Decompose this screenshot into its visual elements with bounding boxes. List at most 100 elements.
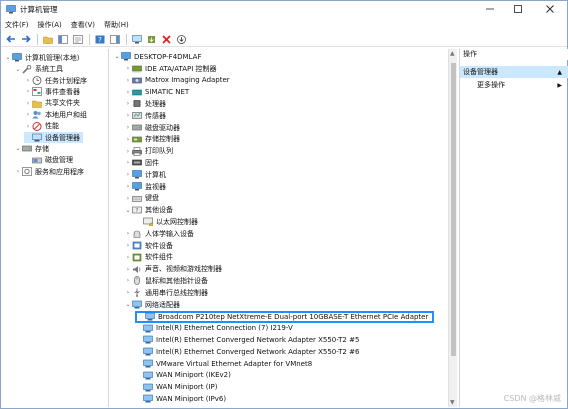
- device-item[interactable]: › 处理器: [124, 98, 166, 110]
- expand-chevron-icon[interactable]: ›: [124, 230, 132, 237]
- device-item[interactable]: › 通用串行总线控制器: [124, 287, 208, 299]
- device-item[interactable]: › IDE ATA/ATAPI 控制器: [124, 63, 217, 75]
- device-item[interactable]: › Matrox Imaging Adapter: [124, 75, 230, 87]
- scroll-down-icon[interactable]: ▼: [450, 399, 455, 406]
- help-button[interactable]: ?: [93, 33, 106, 46]
- device-item[interactable]: 以太网控制器: [135, 216, 198, 228]
- device-item[interactable]: › 鼠标和其他指针设备: [124, 275, 208, 287]
- collapse-up-icon[interactable]: ▲: [557, 69, 562, 76]
- device-item[interactable]: › 固件: [124, 157, 159, 169]
- expand-chevron-icon[interactable]: ›: [124, 277, 132, 284]
- expand-chevron-icon[interactable]: ›: [124, 77, 132, 84]
- expand-chevron-icon[interactable]: ›: [124, 112, 132, 119]
- collapse-chevron-icon[interactable]: ⌄: [14, 66, 22, 73]
- device-item[interactable]: Intel(R) Ethernet Converged Network Adap…: [135, 346, 359, 358]
- show-hide-tree-button[interactable]: [56, 33, 69, 46]
- actions-section-device-manager[interactable]: 设备管理器 ▲: [460, 66, 568, 78]
- expand-chevron-icon[interactable]: ›: [124, 148, 132, 155]
- collapse-chevron-icon[interactable]: ⌄: [4, 54, 12, 61]
- expand-chevron-icon[interactable]: ›: [24, 100, 32, 107]
- console-tree-item[interactable]: › 任务计划程序: [24, 75, 90, 87]
- device-item[interactable]: › 人体学输入设备: [124, 228, 194, 240]
- collapse-chevron-icon[interactable]: ⌄: [124, 301, 132, 308]
- device-item[interactable]: Intel(R) Ethernet Converged Network Adap…: [135, 334, 359, 346]
- device-item[interactable]: WAN Miniport (IPv6): [135, 393, 226, 405]
- console-tree-item[interactable]: ⌄ 系统工具: [14, 63, 66, 75]
- collapse-chevron-icon[interactable]: ⌄: [113, 53, 121, 60]
- device-item[interactable]: ⌄? 其他设备: [124, 204, 173, 216]
- expand-chevron-icon[interactable]: ›: [124, 171, 132, 178]
- expand-chevron-icon[interactable]: ›: [124, 65, 132, 72]
- menu-help[interactable]: 帮助(H): [104, 20, 129, 30]
- expand-chevron-icon[interactable]: ›: [124, 89, 132, 96]
- device-item[interactable]: › 软件设备: [124, 240, 173, 252]
- device-item[interactable]: › 计算机: [124, 169, 166, 181]
- device-item[interactable]: › 磁盘驱动器: [124, 122, 180, 134]
- expand-chevron-icon[interactable]: ›: [124, 195, 132, 202]
- device-item[interactable]: › 声音、视频和游戏控制器: [124, 263, 222, 275]
- download-circle-icon: [177, 34, 186, 44]
- device-item[interactable]: WAN Miniport (IP): [135, 381, 217, 393]
- device-item[interactable]: WAN Miniport (IKEv2): [135, 370, 231, 382]
- device-item[interactable]: ⌄ DESKTOP-F4DMLAF: [113, 51, 201, 63]
- device-item[interactable]: › 存储控制器: [124, 134, 180, 146]
- device-item-label: Intel(R) Ethernet Converged Network Adap…: [156, 347, 360, 356]
- console-tree-item[interactable]: ⌄ 计算机管理(本地): [4, 52, 82, 64]
- scan-hardware-button[interactable]: [130, 33, 143, 46]
- minimize-button[interactable]: [479, 1, 501, 17]
- expand-chevron-icon[interactable]: ›: [124, 136, 132, 143]
- device-item[interactable]: › 传感器: [124, 110, 166, 122]
- device-item[interactable]: › 键盘: [124, 193, 159, 205]
- uninstall-device-button[interactable]: [160, 33, 173, 46]
- console-tree-item[interactable]: › 共享文件夹: [24, 98, 83, 110]
- console-tree-item[interactable]: ⌄ 存储: [14, 143, 52, 155]
- expand-chevron-icon[interactable]: ›: [24, 77, 32, 84]
- device-item[interactable]: Intel(R) Ethernet Connection (7) I219-V: [135, 322, 293, 334]
- enable-device-button[interactable]: [175, 33, 188, 46]
- console-tree-item[interactable]: › 事件查看器: [24, 86, 83, 98]
- action-pane-button[interactable]: [108, 33, 121, 46]
- expand-chevron-icon[interactable]: ›: [14, 168, 22, 175]
- properties-button[interactable]: [71, 33, 84, 46]
- menu-view[interactable]: 查看(V): [71, 20, 95, 30]
- console-tree-item[interactable]: › 性能: [24, 120, 62, 132]
- scrollbar-thumb[interactable]: [451, 63, 456, 356]
- maximize-button[interactable]: [507, 1, 529, 17]
- console-tree-item[interactable]: › 服务和应用程序: [14, 166, 87, 178]
- device-item[interactable]: › 软件组件: [124, 252, 173, 264]
- menu-file[interactable]: 文件(F): [5, 20, 29, 30]
- vertical-scrollbar[interactable]: ▲ ▼: [448, 49, 457, 407]
- up-level-button[interactable]: [41, 33, 54, 46]
- expand-chevron-icon[interactable]: ›: [124, 266, 132, 273]
- forward-button[interactable]: [19, 33, 32, 46]
- device-item[interactable]: › 打印队列: [124, 145, 173, 157]
- expand-chevron-icon[interactable]: ›: [124, 289, 132, 296]
- expand-chevron-icon[interactable]: ›: [24, 123, 32, 130]
- console-tree-item[interactable]: › 本地用户和组: [24, 109, 90, 121]
- expand-chevron-icon[interactable]: ›: [124, 159, 132, 166]
- expand-chevron-icon[interactable]: ›: [124, 183, 132, 190]
- device-item[interactable]: VMware Virtual Ethernet Adapter for VMne…: [135, 358, 312, 370]
- update-driver-button[interactable]: [145, 33, 158, 46]
- console-tree-item[interactable]: 磁盘管理: [24, 155, 76, 167]
- expand-chevron-icon[interactable]: ›: [24, 111, 32, 118]
- menu-action[interactable]: 操作(A): [38, 20, 62, 30]
- collapse-chevron-icon[interactable]: ⌄: [14, 145, 22, 152]
- device-item[interactable]: ⌄ 网络适配器: [124, 299, 180, 311]
- collapse-chevron-icon[interactable]: ⌄: [124, 207, 132, 214]
- expand-chevron-icon[interactable]: ›: [24, 88, 32, 95]
- expand-chevron-icon[interactable]: ›: [124, 254, 132, 261]
- console-tree-item[interactable]: 设备管理器: [24, 131, 83, 144]
- close-button[interactable]: [539, 1, 561, 17]
- device-item-selected[interactable]: Broadcom P210tep NetXtreme-E Dual-port 1…: [135, 310, 435, 324]
- back-button[interactable]: [4, 33, 17, 46]
- more-actions-item[interactable]: 更多操作 ▶: [460, 79, 568, 91]
- device-item[interactable]: › SIMATIC NET: [124, 86, 189, 98]
- expand-chevron-icon[interactable]: ›: [124, 100, 132, 107]
- scroll-up-icon[interactable]: ▲: [450, 50, 455, 57]
- device-item-icon: [143, 324, 153, 333]
- expand-chevron-icon[interactable]: ›: [124, 124, 132, 131]
- device-item[interactable]: › 监视器: [124, 181, 166, 193]
- expand-chevron-icon[interactable]: ›: [124, 242, 132, 249]
- storage-icon: [22, 146, 32, 152]
